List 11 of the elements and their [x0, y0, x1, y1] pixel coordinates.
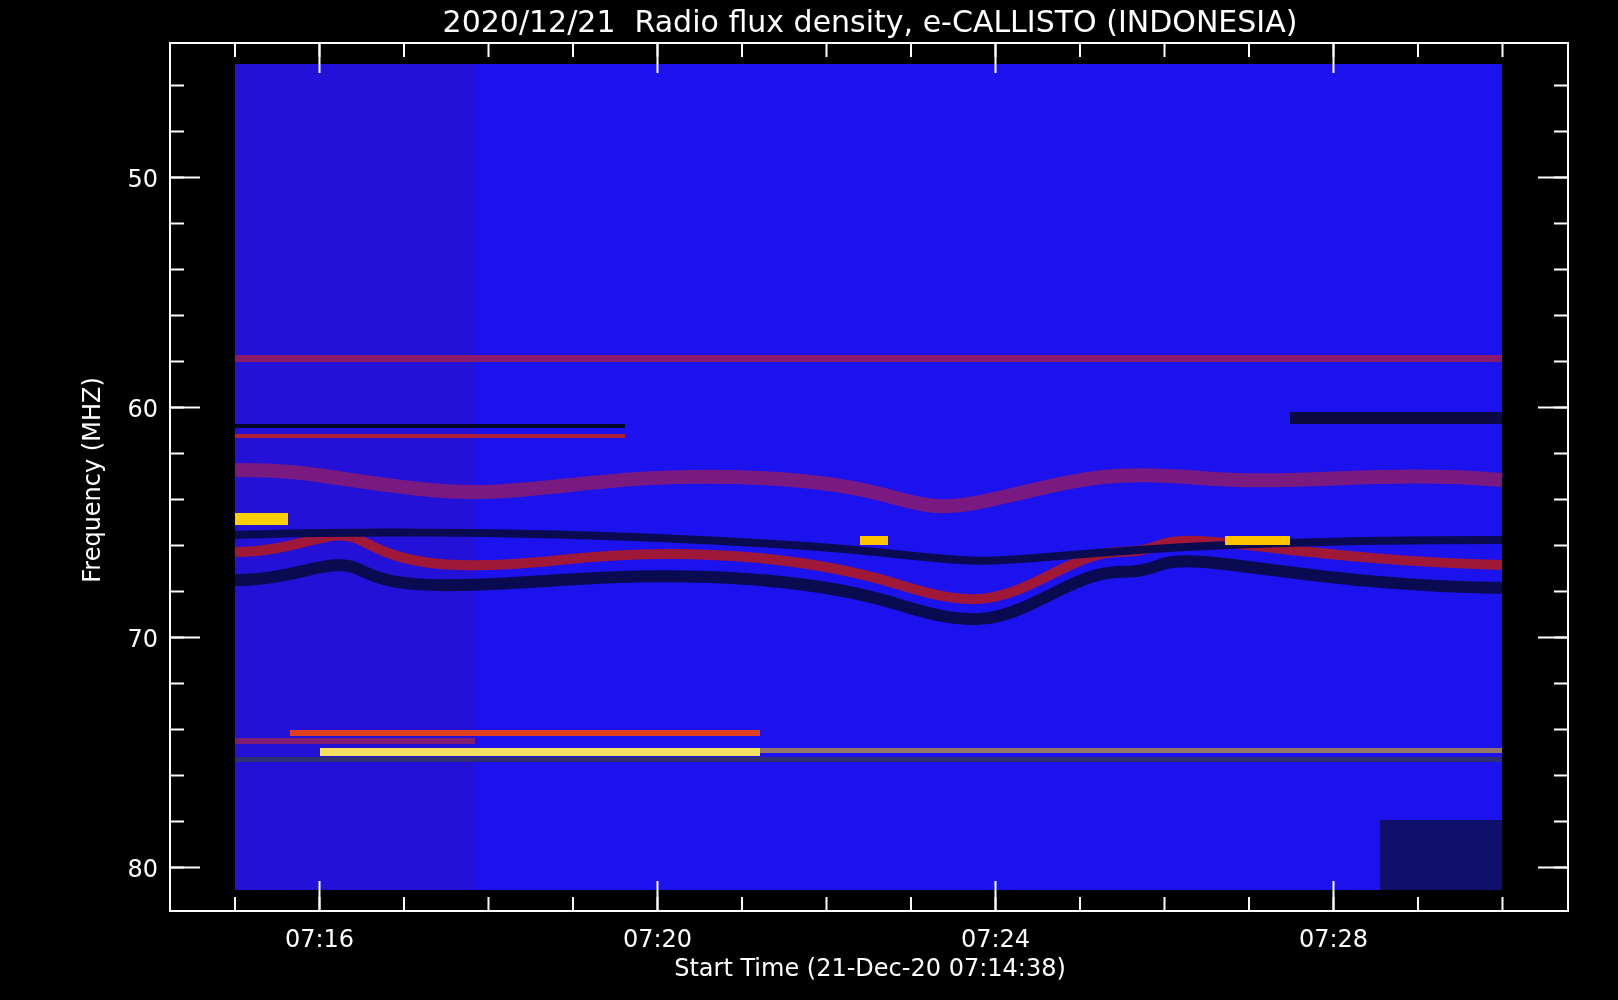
y-tick-label: 80: [127, 854, 158, 883]
x-tick-label: 07:16: [284, 925, 355, 953]
chart-title: 2020/12/21 Radio flux density, e-CALLISTO (INDONESIA): [442, 4, 1298, 39]
x-axis-label: Start Time (21-Dec-20 07:14:38): [674, 954, 1066, 982]
y-axis-label: Frequency (MHZ): [78, 377, 106, 583]
y-tick-label: 60: [127, 394, 158, 423]
y-tick-label: 50: [127, 164, 158, 193]
x-tick-label: 07:20: [622, 925, 693, 953]
x-tick-label: 07:24: [960, 925, 1031, 953]
y-tick-label: 70: [127, 624, 158, 653]
x-tick-label: 07:28: [1298, 925, 1369, 953]
